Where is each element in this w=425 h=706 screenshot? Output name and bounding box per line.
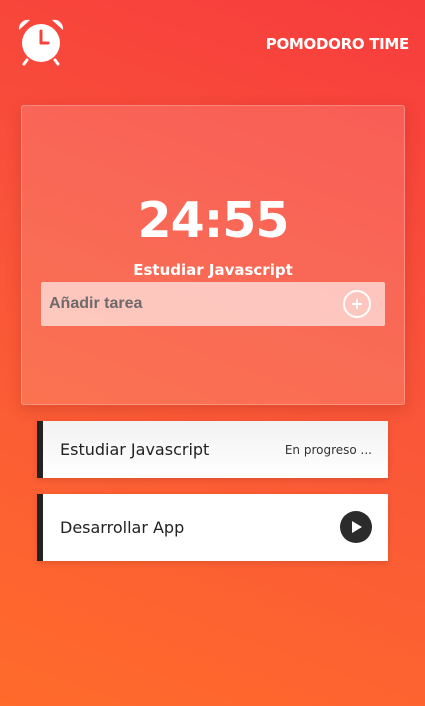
- task-item[interactable]: Estudiar Javascript En progreso ...: [37, 421, 388, 478]
- play-button[interactable]: [340, 511, 372, 543]
- header: POMODORO TIME: [0, 0, 425, 90]
- timer-display: 24:55: [137, 192, 290, 249]
- task-label: Estudiar Javascript: [60, 440, 210, 459]
- task-status: En progreso ...: [284, 443, 372, 457]
- timer-card: 24:55 Estudiar Javascript: [21, 105, 405, 405]
- app-title: POMODORO TIME: [265, 35, 410, 53]
- add-task-input[interactable]: [41, 282, 331, 326]
- current-task-label: Estudiar Javascript: [133, 261, 293, 279]
- add-task-row: [41, 282, 385, 326]
- play-icon: [352, 521, 362, 533]
- alarm-clock-icon: [18, 19, 64, 66]
- plus-icon: [352, 299, 362, 309]
- task-label: Desarrollar App: [60, 518, 185, 537]
- task-item[interactable]: Desarrollar App: [37, 494, 388, 561]
- add-task-button[interactable]: [343, 290, 371, 318]
